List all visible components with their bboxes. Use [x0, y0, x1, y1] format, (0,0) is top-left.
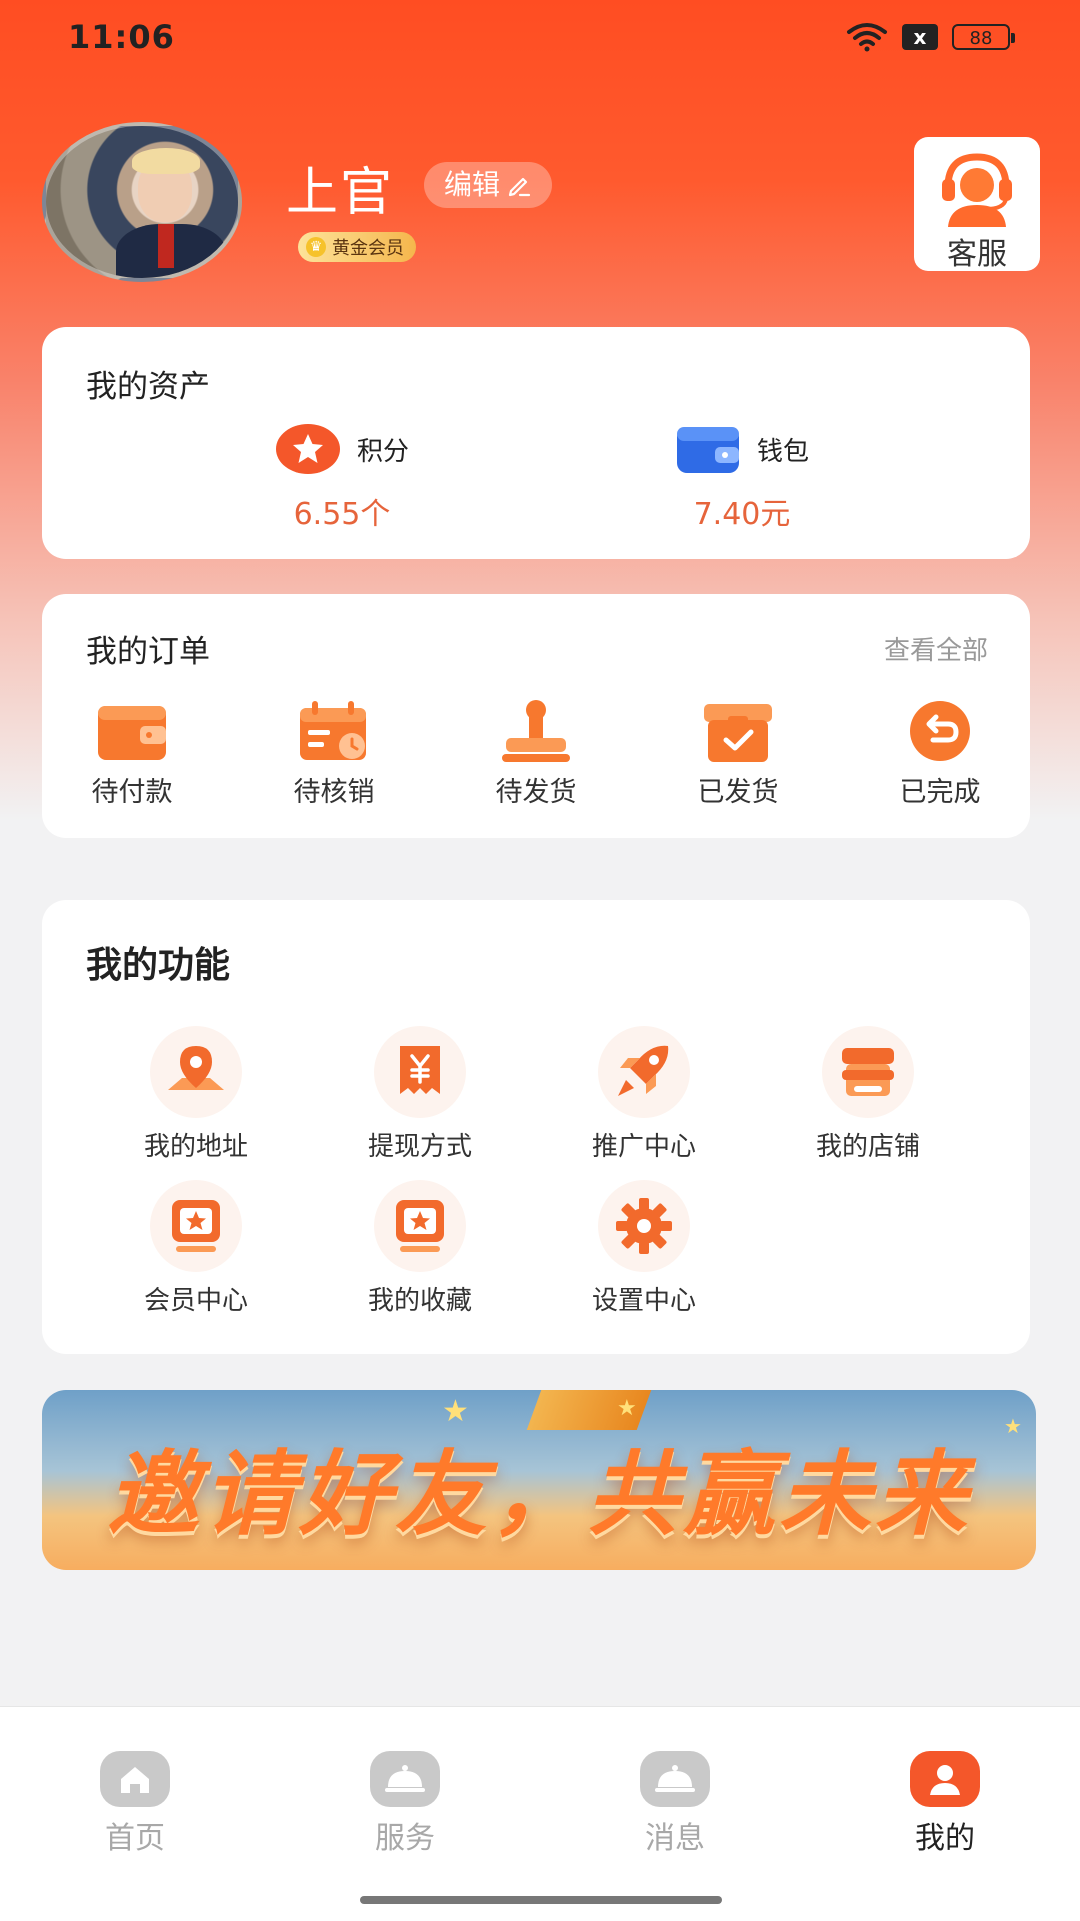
- user-name: 上官: [286, 163, 395, 223]
- function-label: 会员中心: [143, 1286, 248, 1316]
- pencil-icon: [508, 177, 531, 197]
- status-bar: 11:06 x 88: [0, 0, 1080, 80]
- tab-label: 首页: [105, 1821, 165, 1856]
- functions-card: 我的功能 我的地址 提现方式 推广中心 我的店铺 会员中心 我的收藏 设置中心: [42, 900, 1030, 1354]
- wallet-value: 7.40元: [693, 497, 791, 532]
- function-my-favorites[interactable]: 我的收藏: [320, 1180, 520, 1317]
- location-pin-icon: [168, 1046, 224, 1090]
- box-check-icon: [704, 704, 772, 762]
- function-label: 推广中心: [591, 1132, 696, 1162]
- tab-label: 消息: [645, 1821, 705, 1856]
- tab-home[interactable]: 首页: [55, 1749, 215, 1857]
- yen-voucher-icon: [400, 1046, 440, 1094]
- tab-messages[interactable]: 消息: [595, 1749, 755, 1857]
- wallet-card-icon: [98, 706, 166, 760]
- home-icon: [100, 1751, 170, 1807]
- order-label: 待发货: [495, 777, 577, 808]
- functions-title: 我的功能: [86, 945, 231, 986]
- edit-label: 编辑: [444, 168, 501, 201]
- order-label: 待付款: [91, 777, 173, 808]
- tab-service[interactable]: 服务: [325, 1749, 485, 1857]
- wallet-icon: [676, 427, 739, 473]
- stamp-icon: [502, 700, 570, 762]
- star-badge-icon: [275, 424, 340, 474]
- wallet-label: 钱包: [756, 436, 809, 467]
- assets-card: 我的资产 积分 6.55个 钱包 7.40元: [42, 327, 1030, 559]
- tab-label: 服务: [375, 1821, 435, 1856]
- function-label: 我的收藏: [367, 1286, 472, 1316]
- order-pending-payment[interactable]: 待付款: [62, 698, 202, 809]
- order-shipped[interactable]: 已发货: [668, 698, 808, 809]
- function-member-center[interactable]: 会员中心: [96, 1180, 296, 1317]
- points-label: 积分: [356, 436, 409, 467]
- tab-label: 我的: [915, 1821, 975, 1856]
- star-decoration-icon: ★: [617, 1396, 637, 1421]
- notification-x-icon: x: [902, 24, 938, 50]
- function-label: 我的店铺: [815, 1132, 920, 1162]
- function-my-address[interactable]: 我的地址: [96, 1026, 296, 1163]
- edit-profile-button[interactable]: 编辑: [424, 162, 553, 208]
- headset-agent-icon: [942, 153, 1012, 227]
- crown-icon: ♛: [306, 237, 326, 257]
- return-circle-icon: [910, 701, 970, 761]
- user-icon: [910, 1751, 980, 1807]
- function-settings-center[interactable]: 设置中心: [544, 1180, 744, 1317]
- customer-service-label: 客服: [947, 237, 1007, 272]
- customer-service-button[interactable]: 客服: [914, 137, 1040, 272]
- service-bell-icon: [370, 1751, 440, 1807]
- rocket-icon: [618, 1045, 669, 1096]
- order-pending-verification[interactable]: 待核销: [264, 698, 404, 809]
- member-level-label: 黄金会员: [332, 238, 404, 259]
- order-label: 已完成: [899, 777, 981, 808]
- function-my-store[interactable]: 我的店铺: [768, 1026, 968, 1163]
- tab-mine[interactable]: 我的: [865, 1749, 1025, 1857]
- banner-text: 邀请好友，共赢未来: [106, 1441, 971, 1548]
- function-label: 设置中心: [591, 1286, 696, 1316]
- status-time: 11:06: [68, 18, 175, 56]
- order-pending-shipment[interactable]: 待发货: [466, 698, 606, 809]
- order-completed[interactable]: 已完成: [870, 698, 1010, 809]
- function-label: 提现方式: [367, 1132, 472, 1162]
- member-star-icon: [172, 1200, 220, 1252]
- bottom-tab-bar: 首页 服务 消息 我的: [0, 1706, 1080, 1921]
- gear-icon: [616, 1198, 672, 1254]
- favorite-star-icon: [396, 1200, 444, 1252]
- avatar[interactable]: [42, 122, 242, 282]
- store-icon: [842, 1048, 894, 1096]
- status-icons: x 88: [846, 22, 1015, 52]
- assets-title: 我的资产: [86, 369, 210, 405]
- wifi-icon: [847, 23, 887, 52]
- view-all-orders-link[interactable]: 查看全部: [884, 630, 988, 667]
- invite-friends-banner[interactable]: ★ ★ ★ 邀请好友，共赢未来: [42, 1390, 1036, 1570]
- orders-card: 我的订单 查看全部 待付款 待核销 待发货 已发货 已完成: [42, 594, 1030, 838]
- wallet-item[interactable]: 钱包 7.40元: [612, 423, 872, 533]
- order-label: 待核销: [293, 777, 375, 808]
- message-bell-icon: [640, 1751, 710, 1807]
- calendar-clock-icon: [300, 701, 366, 760]
- member-level-badge: ♛ 黄金会员: [298, 232, 416, 262]
- points-value: 6.55个: [293, 497, 391, 532]
- home-indicator: [360, 1896, 722, 1904]
- order-label: 已发货: [697, 777, 779, 808]
- battery-icon: 88: [952, 24, 1015, 50]
- function-label: 我的地址: [143, 1132, 248, 1162]
- function-withdraw-method[interactable]: 提现方式: [320, 1026, 520, 1163]
- orders-title: 我的订单: [86, 634, 210, 670]
- function-promotion-center[interactable]: 推广中心: [544, 1026, 744, 1163]
- points-item[interactable]: 积分 6.55个: [212, 423, 472, 533]
